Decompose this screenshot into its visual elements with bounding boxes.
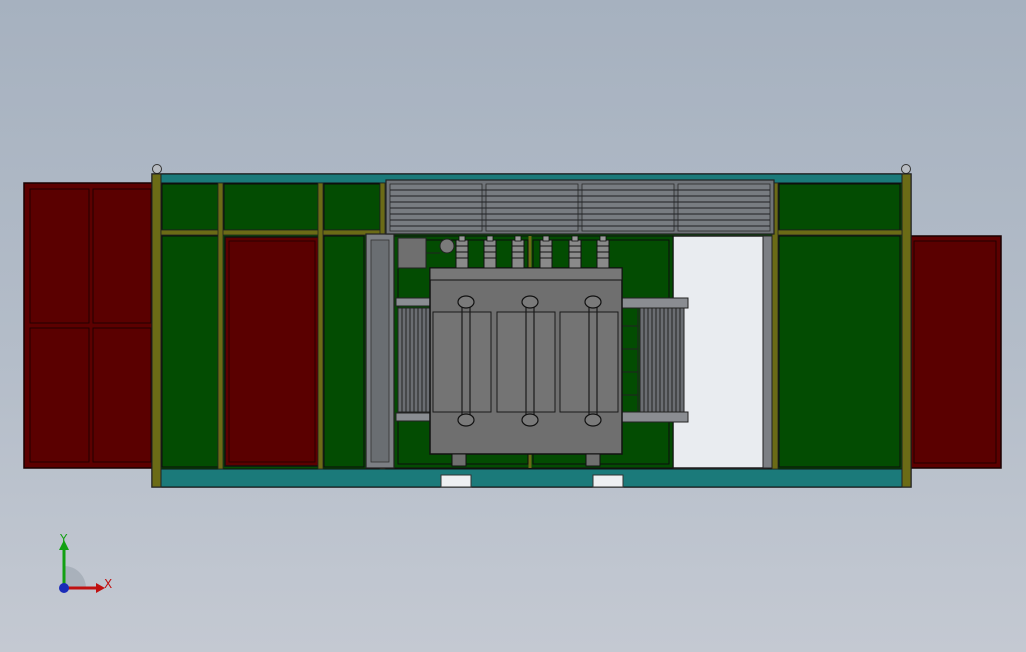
substation-model[interactable] [0, 0, 1026, 652]
left-door-open[interactable] [23, 182, 155, 469]
coordinate-triad: Y X [59, 532, 112, 593]
x-axis-label: X [104, 577, 112, 591]
open-doorway [672, 235, 773, 469]
y-axis-label: Y [59, 532, 68, 546]
transformer[interactable] [429, 267, 623, 467]
bay-frame-post [365, 233, 395, 469]
right-door-open[interactable] [907, 235, 1002, 469]
radiator-left [395, 297, 433, 422]
lifting-eye-left [152, 164, 162, 174]
lifting-eye-right [901, 164, 911, 174]
graphics-viewport[interactable]: Y X [0, 0, 1026, 652]
ventilation-louver[interactable] [385, 179, 775, 235]
